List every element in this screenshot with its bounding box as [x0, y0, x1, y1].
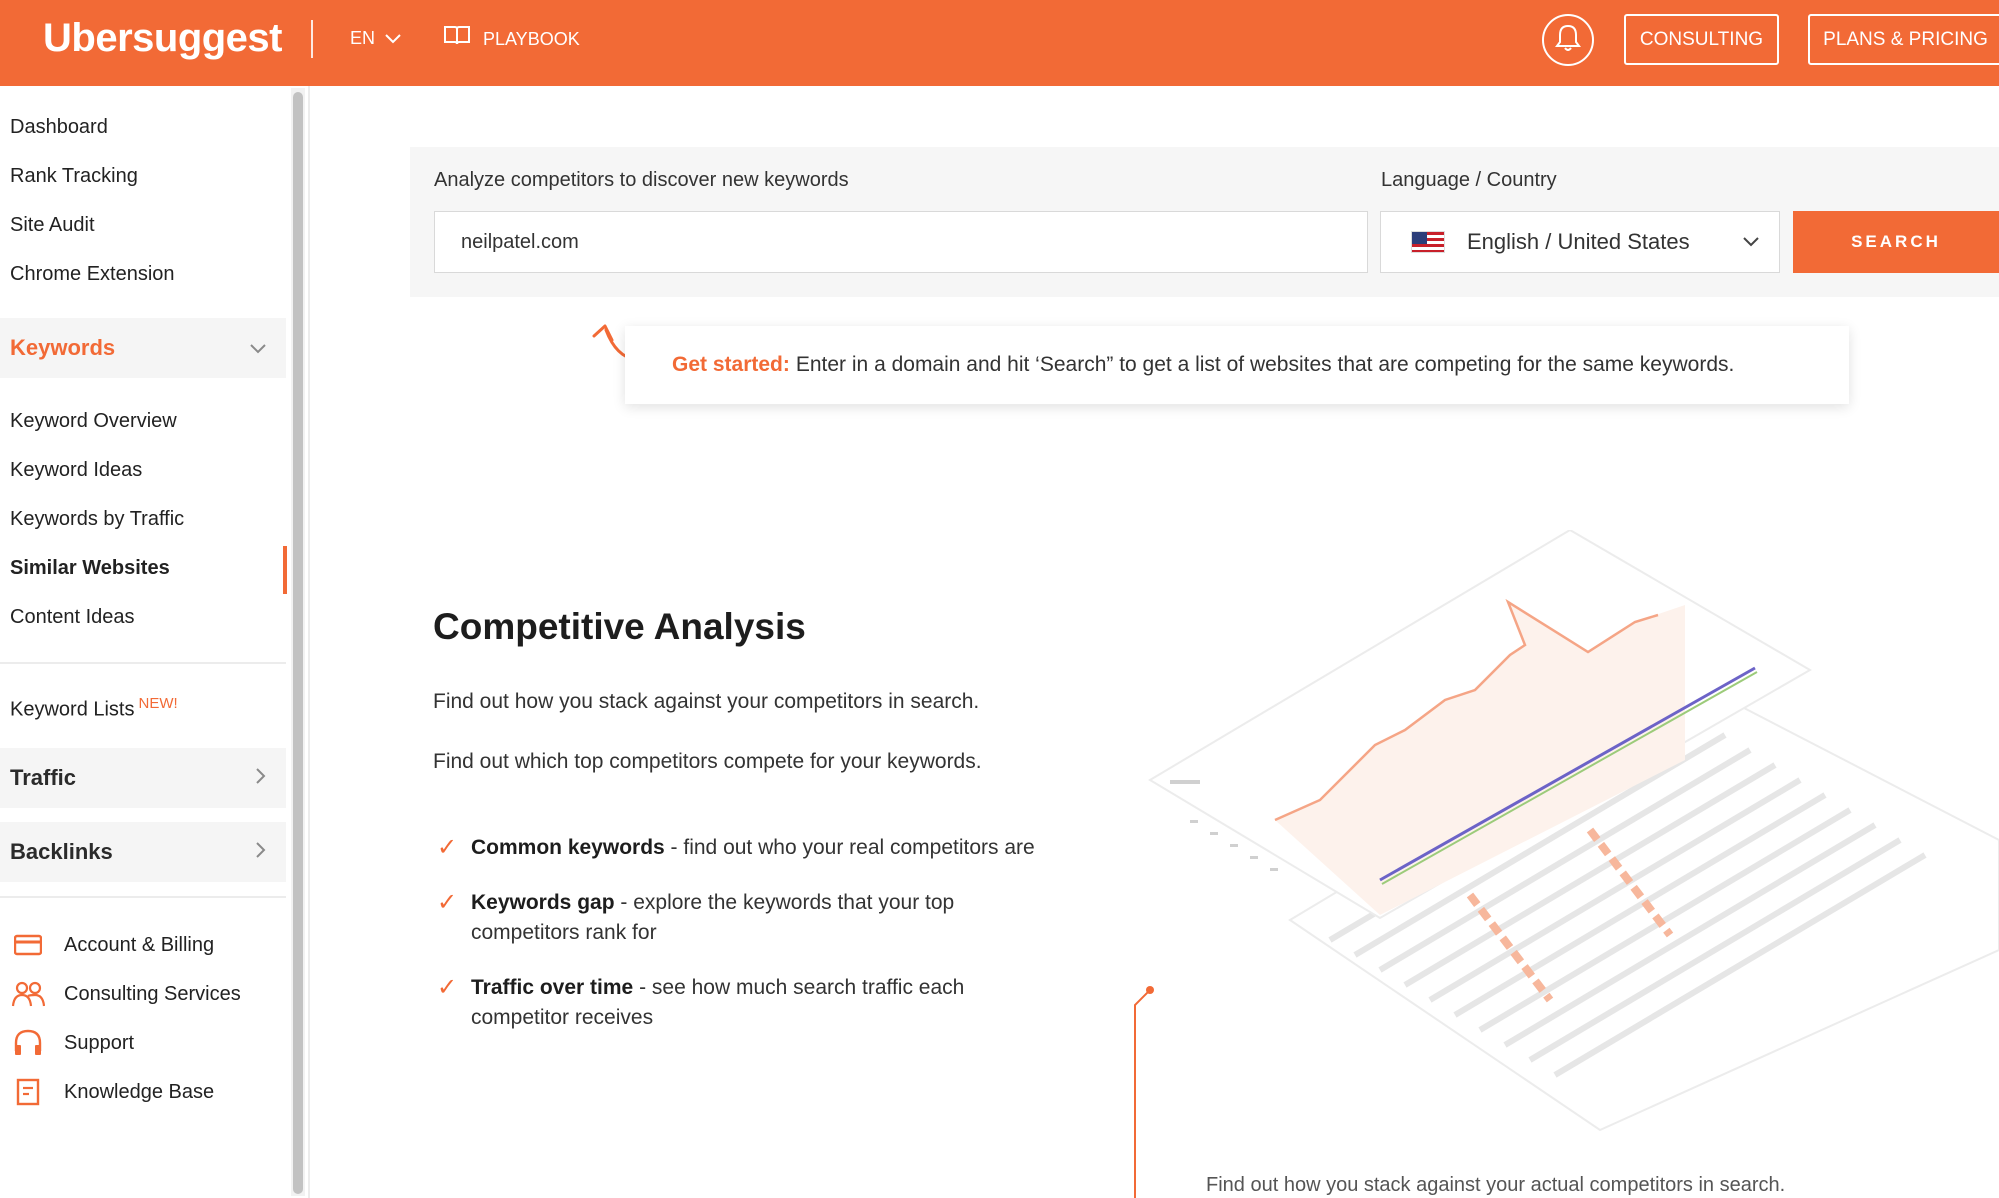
sidebar-item-chrome-extension[interactable]: Chrome Extension: [10, 261, 175, 287]
top-bar: Ubersuggest EN PLAYBOOK CONSULTING PLANS…: [0, 0, 1999, 86]
us-flag-icon: [1411, 231, 1445, 253]
sidebar-item-site-audit[interactable]: Site Audit: [10, 212, 95, 238]
notifications-button[interactable]: [1542, 14, 1594, 66]
language-label: EN: [350, 28, 376, 48]
section-title: Competitive Analysis: [433, 606, 806, 647]
active-indicator: [283, 546, 287, 594]
chevron-right-icon: [256, 838, 266, 866]
credit-card-icon: [10, 930, 46, 960]
sidebar-item-support[interactable]: Support: [10, 1028, 134, 1058]
bell-icon: [1555, 24, 1581, 57]
locale-field-label: Language / Country: [1381, 169, 1557, 191]
language-selector[interactable]: EN: [350, 24, 401, 52]
backlinks-section-label: Backlinks: [10, 839, 113, 864]
check-icon: ✓: [437, 974, 458, 1001]
domain-input[interactable]: [434, 211, 1368, 273]
feature-bullet: ✓ Keywords gap - explore the keywords th…: [437, 888, 1027, 948]
illustration-caption: Find out how you stack against your actu…: [1206, 1174, 1786, 1196]
sidebar-item-knowledge-base[interactable]: Knowledge Base: [10, 1077, 214, 1107]
consulting-button[interactable]: CONSULTING: [1624, 14, 1779, 65]
knowledge-base-label: Knowledge Base: [64, 1081, 215, 1103]
intro-paragraph-1: Find out how you stack against your comp…: [433, 690, 980, 713]
chevron-down-icon: [1743, 230, 1759, 253]
sidebar-item-rank-tracking[interactable]: Rank Tracking: [10, 163, 138, 189]
sidebar-item-keyword-lists[interactable]: Keyword Lists NEW!: [10, 691, 178, 723]
locale-value: English / United States: [1467, 229, 1690, 254]
chevron-down-icon: [250, 334, 266, 362]
account-billing-label: Account & Billing: [64, 934, 215, 956]
keyword-lists-label: Keyword Lists: [10, 698, 135, 721]
chevron-right-icon: [256, 764, 266, 792]
language-country-select[interactable]: English / United States: [1380, 211, 1780, 273]
sidebar-item-keywords-by-traffic[interactable]: Keywords by Traffic: [10, 506, 184, 532]
get-started-tip: Get started: Enter in a domain and hit ‘…: [625, 326, 1849, 404]
bullet-text: - find out who your real competitors are: [664, 836, 1035, 859]
sidebar-item-content-ideas[interactable]: Content Ideas: [10, 604, 135, 630]
headset-icon: [10, 1028, 46, 1058]
new-badge: NEW!: [138, 695, 178, 712]
search-button[interactable]: SEARCH: [1793, 211, 1999, 273]
chevron-down-icon: [385, 24, 401, 52]
sidebar-section-traffic[interactable]: Traffic: [0, 748, 286, 808]
sidebar-section-keywords[interactable]: Keywords: [0, 318, 286, 378]
traffic-section-label: Traffic: [10, 765, 77, 790]
sidebar-item-similar-websites[interactable]: Similar Websites: [10, 555, 170, 581]
document-icon: [10, 1077, 46, 1107]
consulting-services-label: Consulting Services: [64, 983, 241, 1005]
sidebar-item-account-billing[interactable]: Account & Billing: [10, 930, 214, 960]
playbook-label: PLAYBOOK: [483, 29, 580, 49]
header-divider: [311, 20, 313, 58]
feature-bullet: ✓ Common keywords - find out who your re…: [437, 833, 1087, 863]
bullet-title: Common keywords: [471, 836, 665, 859]
sidebar-border: [308, 86, 310, 1198]
sidebar-item-keyword-overview[interactable]: Keyword Overview: [10, 408, 177, 434]
sidebar-item-keyword-ideas[interactable]: Keyword Ideas: [10, 457, 142, 483]
bullet-title: Traffic over time: [471, 976, 634, 999]
sidebar-scrollbar-thumb[interactable]: [293, 92, 303, 1194]
tip-text: Enter in a domain and hit ‘Search” to ge…: [795, 353, 1735, 376]
support-label: Support: [64, 1032, 135, 1054]
sidebar-item-consulting-services[interactable]: Consulting Services: [10, 979, 241, 1009]
keywords-section-label: Keywords: [10, 335, 116, 360]
check-icon: ✓: [437, 889, 458, 916]
feature-bullet: ✓ Traffic over time - see how much searc…: [437, 973, 1027, 1033]
intro-paragraph-2: Find out which top competitors compete f…: [433, 750, 982, 773]
dashboard-illustration: [1130, 528, 1999, 1198]
bullet-title: Keywords gap: [471, 891, 615, 914]
domain-field-label: Analyze competitors to discover new keyw…: [434, 169, 849, 191]
playbook-link[interactable]: PLAYBOOK: [443, 24, 580, 54]
tip-heading: Get started:: [672, 353, 790, 376]
sidebar-item-dashboard[interactable]: Dashboard: [10, 114, 108, 140]
sidebar-divider: [0, 896, 286, 898]
check-icon: ✓: [437, 834, 458, 861]
plans-pricing-button[interactable]: PLANS & PRICING: [1808, 14, 1999, 65]
sidebar-divider: [0, 662, 286, 664]
logo[interactable]: Ubersuggest: [43, 12, 283, 64]
people-icon: [10, 979, 46, 1009]
book-icon: [443, 24, 471, 54]
sidebar-section-backlinks[interactable]: Backlinks: [0, 822, 286, 882]
